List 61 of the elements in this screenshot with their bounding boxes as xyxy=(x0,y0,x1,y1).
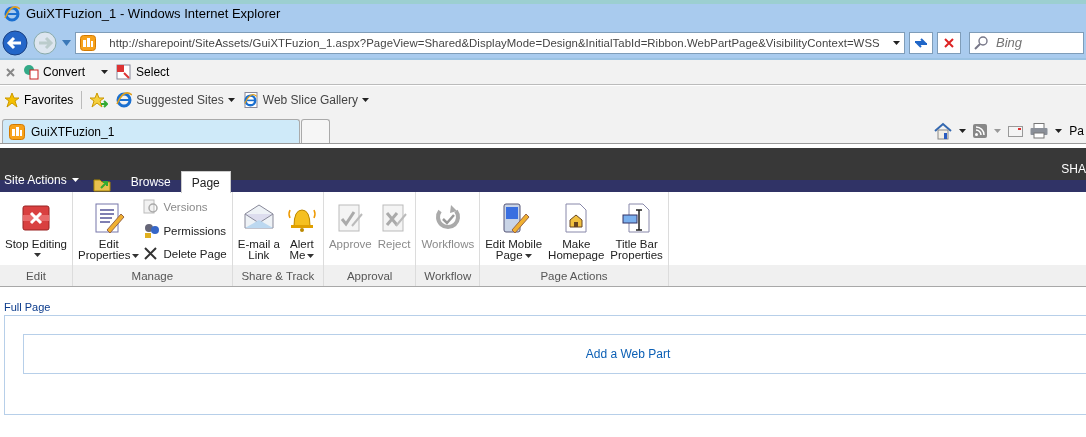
add-web-part-link[interactable]: Add a Web Part xyxy=(585,347,671,361)
back-icon[interactable] xyxy=(2,29,28,56)
ribbon-icon xyxy=(143,222,160,239)
caret-icon[interactable] xyxy=(1055,129,1063,133)
refresh-icon xyxy=(914,36,928,49)
add-favorite-icon[interactable] xyxy=(90,92,109,108)
ribbon-button[interactable]: Edit Properties xyxy=(76,194,142,264)
search-field[interactable]: Bing xyxy=(969,31,1084,54)
group-label: Approval xyxy=(345,268,394,284)
favorites-button[interactable]: Favorites xyxy=(4,92,74,108)
group-label: Workflow xyxy=(423,268,473,284)
zone-title: Full Page xyxy=(4,301,52,315)
ribbon-button[interactable]: E-mail a Link xyxy=(235,194,282,264)
window-title: GuiXTFuzion_1 - Windows Internet Explorer xyxy=(26,6,281,21)
ribbon-icon xyxy=(620,202,653,234)
site-actions-menu[interactable]: Site Actions xyxy=(0,172,85,192)
home-icon[interactable] xyxy=(934,122,953,140)
ribbon-button[interactable]: Permissions xyxy=(143,219,229,242)
ribbon-button[interactable]: Alert Me xyxy=(283,194,320,264)
toolbar-button[interactable]: Convert xyxy=(23,64,109,80)
group-label: Page Actions xyxy=(539,268,609,284)
page-icon xyxy=(80,34,96,51)
caret-icon xyxy=(71,178,79,182)
address-field[interactable]: http://sharepoint/SiteAssets/GuiXTFuzion_1.aspx?PageView=Shared&DisplayMode=Design&InitialTabId=Ribbon.WebPartPage&VisibilityContext=WSS xyxy=(75,31,905,54)
site-title: SHA xyxy=(1061,162,1086,176)
ribbon-icon xyxy=(143,198,160,215)
star-icon xyxy=(4,92,20,108)
favorites-link[interactable]: Web Slice Gallery xyxy=(242,92,369,108)
ribbon-button[interactable]: Title Bar Properties xyxy=(608,194,665,264)
ribbon-button[interactable]: Delete Page xyxy=(143,243,229,265)
mail-icon[interactable] xyxy=(1008,125,1024,137)
ribbon-button[interactable]: Edit Mobile Page xyxy=(483,194,545,264)
close-icon xyxy=(944,37,954,48)
ribbon-icon xyxy=(20,202,52,234)
folder-up-icon[interactable] xyxy=(92,176,111,192)
group-label: Share & Track xyxy=(240,268,316,284)
page-menu[interactable]: Pa xyxy=(1069,124,1084,138)
search-icon xyxy=(974,35,988,50)
caret-icon[interactable] xyxy=(893,40,900,45)
toolbar-button[interactable]: Select xyxy=(116,64,170,80)
caret-icon[interactable] xyxy=(959,129,967,133)
web-page-icon xyxy=(242,92,259,108)
ribbon-tab[interactable]: Browse xyxy=(120,171,181,193)
pdf-select-icon xyxy=(116,64,133,80)
stop-button[interactable] xyxy=(937,31,961,54)
ribbon-tab[interactable]: Page xyxy=(180,171,231,193)
group-label: Edit xyxy=(25,268,47,284)
browser-logo-icon xyxy=(116,92,133,108)
ribbon-button[interactable]: Make Homepage xyxy=(546,194,607,264)
favorites-link[interactable]: Suggested Sites xyxy=(116,92,235,108)
page-icon xyxy=(9,123,25,140)
ribbon-button[interactable]: Stop Editing xyxy=(3,194,69,264)
feed-icon[interactable] xyxy=(973,124,988,138)
close-icon[interactable] xyxy=(6,67,15,77)
ribbon-icon xyxy=(92,202,125,234)
print-icon[interactable] xyxy=(1030,123,1049,139)
browser-logo-icon xyxy=(4,5,20,22)
group-label: Manage xyxy=(130,268,175,284)
pdf-convert-icon xyxy=(23,64,39,80)
refresh-button[interactable] xyxy=(909,31,933,54)
browser-tab[interactable]: GuiXTFuzion_1 xyxy=(2,119,300,143)
